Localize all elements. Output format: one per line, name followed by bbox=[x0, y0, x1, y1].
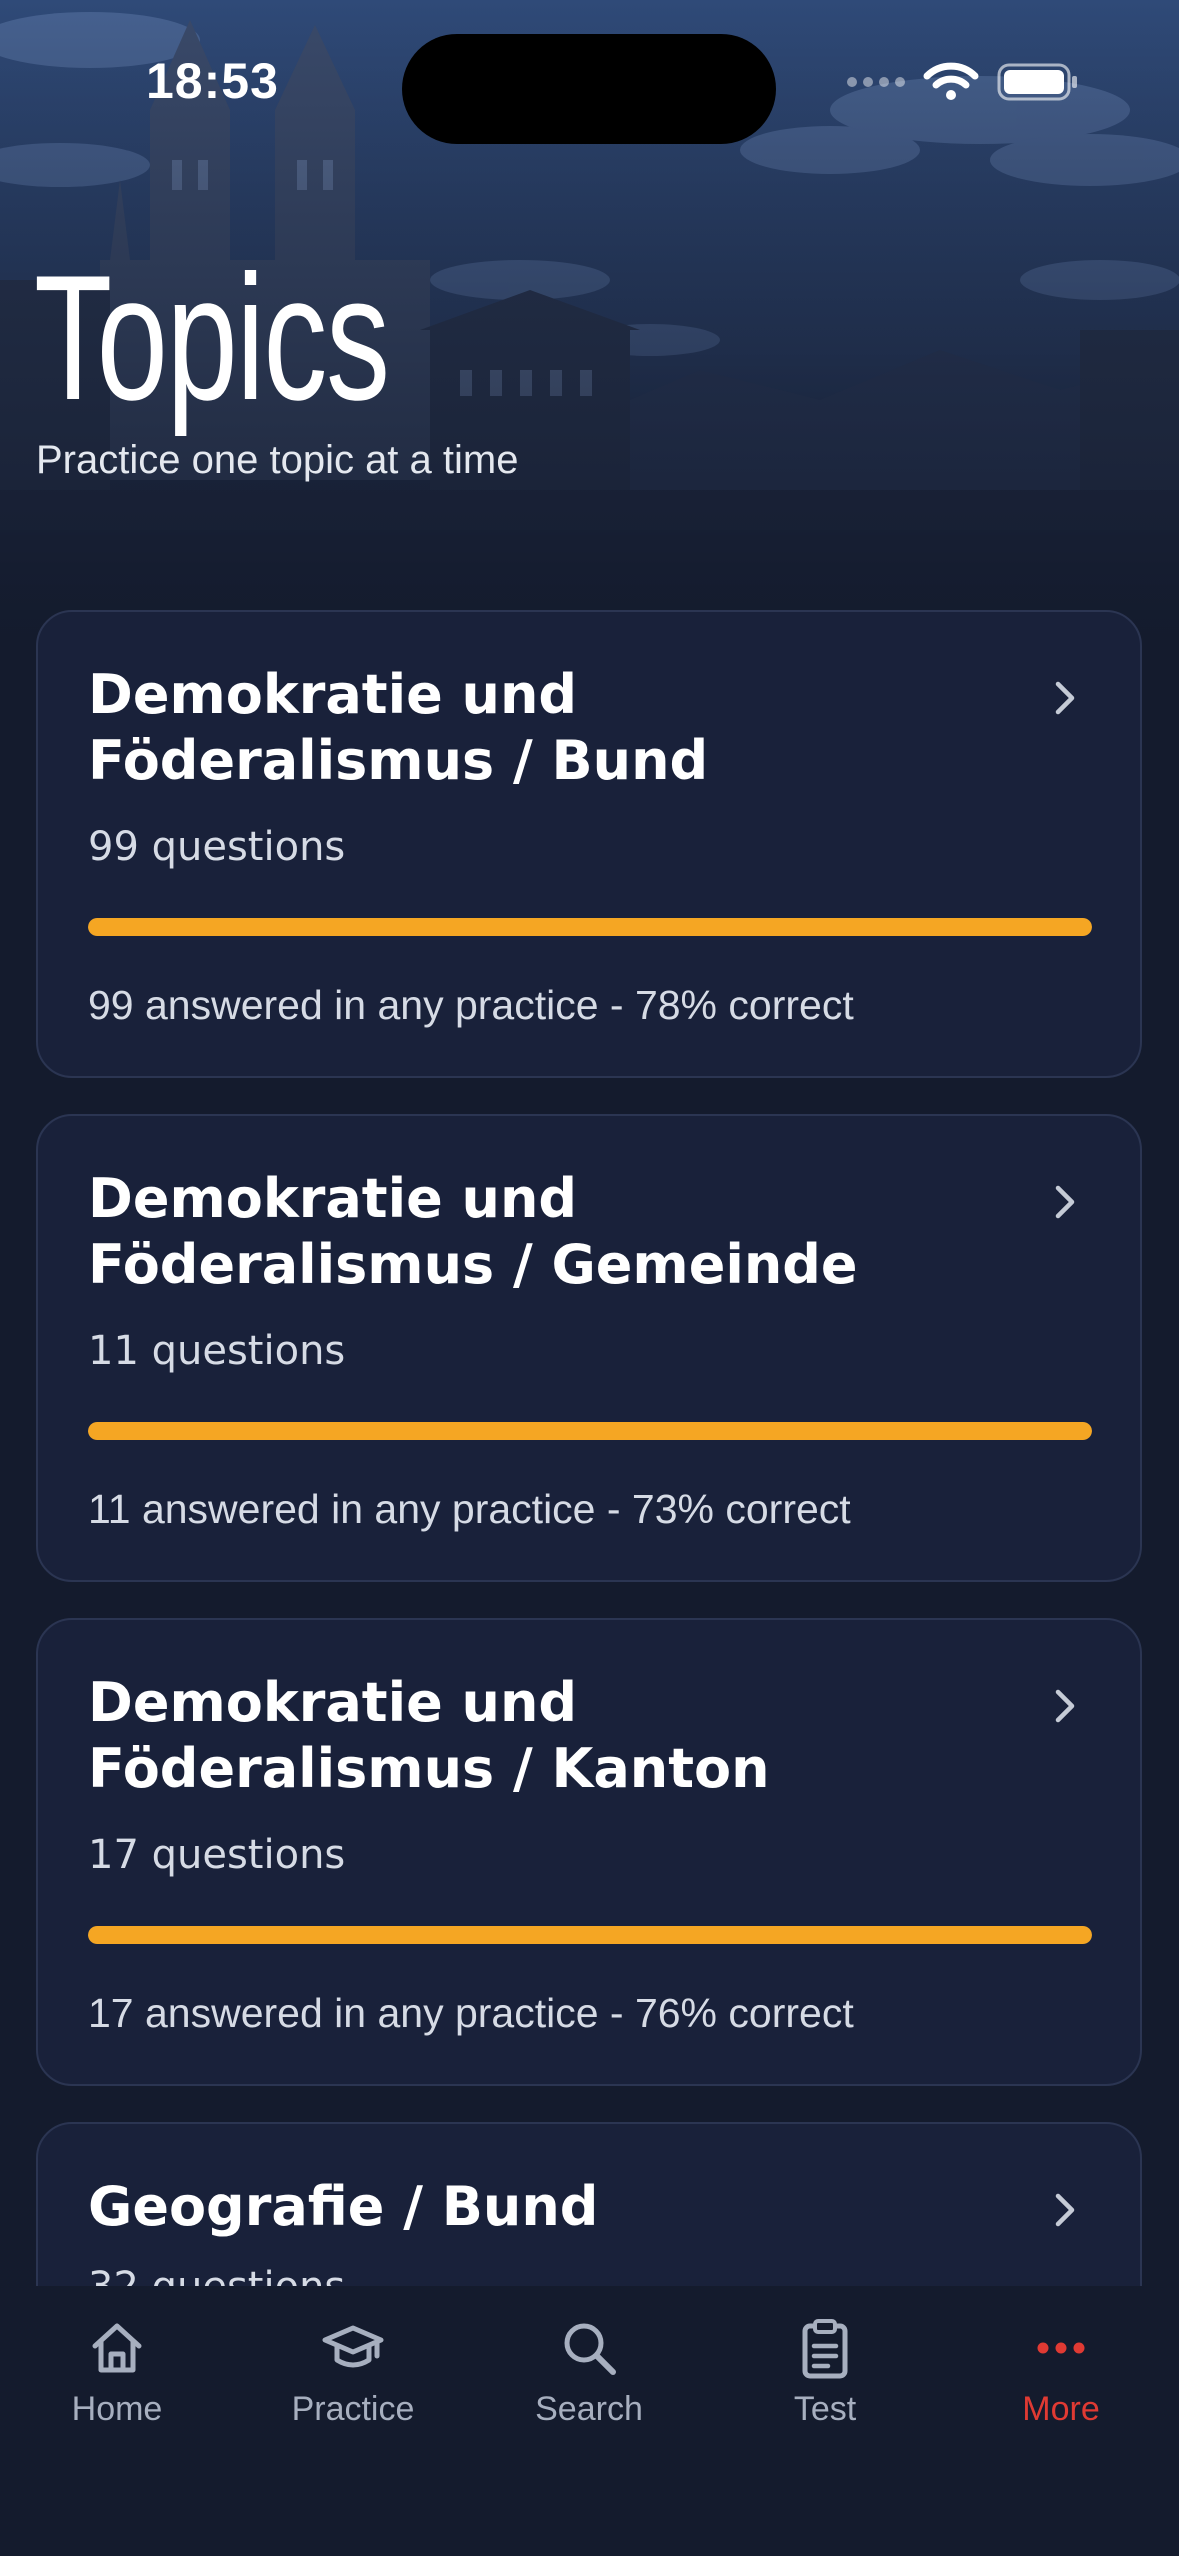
topic-title: Demokratie und Föderalismus / Kanton bbox=[88, 1671, 770, 1800]
topic-card[interactable]: Demokratie und Föderalismus / Gemeinde 1… bbox=[36, 1114, 1142, 1582]
tab-label: Test bbox=[793, 2390, 857, 2428]
battery-icon bbox=[997, 63, 1077, 101]
question-count: 11 questions bbox=[88, 1328, 346, 1374]
wifi-icon bbox=[923, 62, 979, 100]
tab-label: More bbox=[1022, 2390, 1100, 2428]
progress-bar bbox=[88, 1926, 1092, 1944]
page-title: Topics bbox=[34, 238, 390, 437]
tab-home[interactable]: Home bbox=[17, 2316, 217, 2456]
question-count: 99 questions bbox=[88, 824, 346, 870]
tab-label: Practice bbox=[291, 2390, 415, 2428]
chevron-right-icon bbox=[1055, 1689, 1075, 1723]
tab-test[interactable]: Test bbox=[725, 2316, 925, 2456]
topic-card[interactable]: Demokratie und Föderalismus / Bund 99 qu… bbox=[36, 610, 1142, 1078]
progress-bar bbox=[88, 1422, 1092, 1440]
topic-card[interactable]: Demokratie und Föderalismus / Kanton 17 … bbox=[36, 1618, 1142, 2086]
progress-fill bbox=[88, 1926, 1092, 1944]
clipboard-icon bbox=[802, 2319, 848, 2379]
chevron-right-icon bbox=[1055, 681, 1075, 715]
topic-stats: 99 answered in any practice - 78% correc… bbox=[88, 982, 854, 1028]
home-icon bbox=[92, 2323, 142, 2373]
progress-bar bbox=[88, 918, 1092, 936]
more-dots-icon bbox=[1037, 2342, 1085, 2354]
tab-search[interactable]: Search bbox=[489, 2316, 689, 2456]
tab-label: Home bbox=[71, 2390, 163, 2428]
status-time: 18:53 bbox=[146, 53, 279, 109]
status-icons bbox=[847, 62, 1079, 102]
dynamic-island bbox=[402, 34, 776, 144]
progress-fill bbox=[88, 1422, 1092, 1440]
topics-screen: 18:53 Topics Practice one topic at a tim… bbox=[0, 0, 1179, 2556]
progress-fill bbox=[88, 918, 1092, 936]
topic-title: Demokratie und Föderalismus / Gemeinde bbox=[88, 1167, 858, 1296]
cellular-signal-icon bbox=[847, 77, 905, 87]
tab-more[interactable]: More bbox=[961, 2316, 1161, 2456]
tab-practice[interactable]: Practice bbox=[253, 2316, 453, 2456]
chevron-right-icon bbox=[1055, 2193, 1075, 2227]
chevron-right-icon bbox=[1055, 1185, 1075, 1219]
topic-title: Demokratie und Föderalismus / Bund bbox=[88, 663, 709, 792]
search-icon bbox=[564, 2323, 616, 2375]
topic-title: Geografie / Bund bbox=[88, 2175, 599, 2238]
tab-bar: Home Practice Search Test More bbox=[0, 2286, 1179, 2556]
topic-stats: 17 answered in any practice - 76% correc… bbox=[88, 1990, 854, 2036]
page-subtitle: Practice one topic at a time bbox=[36, 438, 519, 482]
topic-stats: 11 answered in any practice - 73% correc… bbox=[88, 1486, 851, 1532]
tab-label: Search bbox=[535, 2390, 643, 2428]
question-count: 17 questions bbox=[88, 1832, 346, 1878]
graduation-cap-icon bbox=[322, 2325, 384, 2368]
